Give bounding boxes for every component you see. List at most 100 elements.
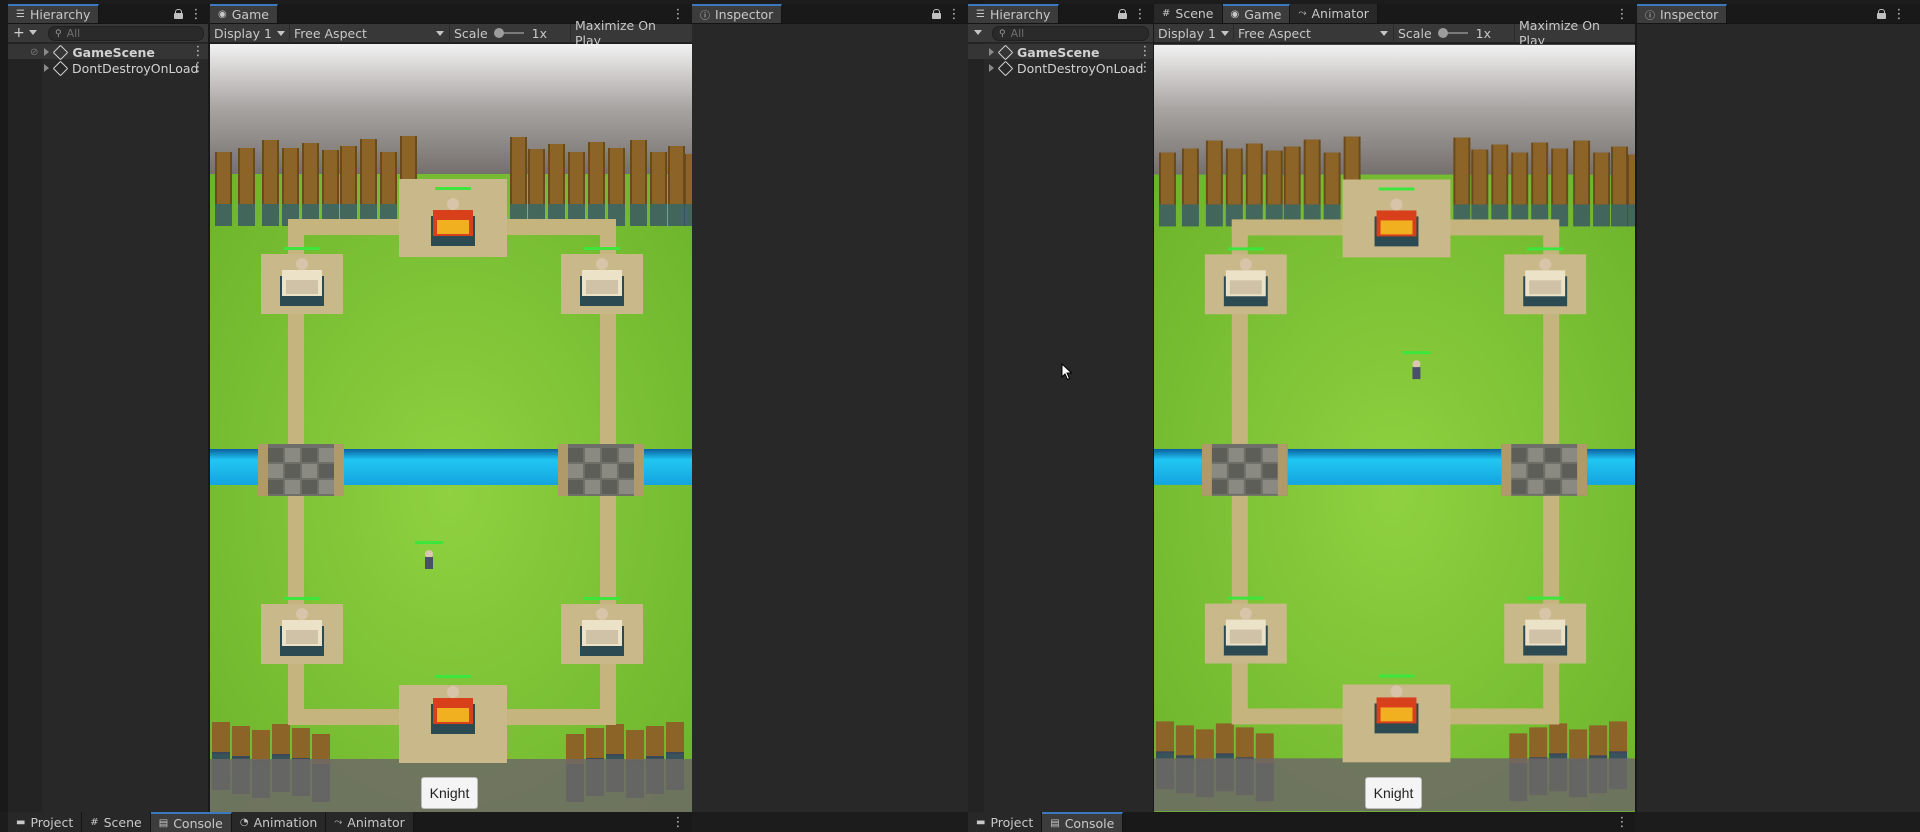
palisade-post-face xyxy=(512,137,525,204)
health-bar xyxy=(435,187,471,190)
bridge-stone xyxy=(1545,447,1561,462)
left-hierarchy-search-input[interactable]: ⚲ All xyxy=(48,26,204,41)
tab-animation[interactable]: ◔ Animation xyxy=(231,812,327,832)
tab-project[interactable]: ▬ Project xyxy=(968,812,1043,832)
right-hierarchy-search-input[interactable]: ⚲ All xyxy=(992,26,1149,41)
row-menu-icon[interactable]: ⋮ xyxy=(191,59,205,75)
scene-icon xyxy=(53,44,69,60)
right-hierarchy-lock-icon[interactable] xyxy=(1118,9,1127,19)
display-dropdown[interactable]: Display 1 xyxy=(1154,23,1234,43)
left-hierarchy-tab[interactable]: ☰ Hierarchy xyxy=(8,4,100,23)
tower-keeper xyxy=(1539,258,1552,271)
left-hierarchy-item-dontdestroy[interactable]: DontDestroyOnLoad xyxy=(44,60,198,76)
scale-slider[interactable]: Scale 1x xyxy=(450,24,570,43)
right-knight-button[interactable]: Knight xyxy=(1365,777,1422,809)
slider-thumb[interactable] xyxy=(493,28,504,38)
left-add-button[interactable]: + xyxy=(13,26,38,40)
palisade-post xyxy=(1155,721,1174,754)
maximize-on-play-toggle[interactable]: Maximize On Play xyxy=(570,18,688,48)
row-menu-icon[interactable]: ⋮ xyxy=(1138,43,1152,59)
palisade-post-face xyxy=(1455,137,1469,205)
right-add-button[interactable] xyxy=(974,26,982,40)
left-hierarchy-lock-icon[interactable] xyxy=(174,9,183,19)
row-menu-icon[interactable]: ⋮ xyxy=(191,43,205,59)
tab-console[interactable]: ▤ Console xyxy=(1042,812,1124,832)
tab-animator[interactable]: ⤳ Animator xyxy=(1290,4,1378,23)
display-dropdown[interactable]: Display 1 xyxy=(210,23,290,43)
left-game-toolbar: Display 1 Free Aspect Scale 1x Maximize … xyxy=(210,18,692,48)
right-hierarchy-tab[interactable]: ☰ Hierarchy xyxy=(968,4,1060,23)
console-icon: ▤ xyxy=(1050,817,1060,829)
bridge-stone xyxy=(1511,463,1527,478)
right-game-toolbar: Display 1 Free Aspect Scale 1x Maximize … xyxy=(1154,18,1635,48)
health-bar xyxy=(1378,674,1415,678)
slider-thumb[interactable] xyxy=(1437,28,1448,38)
chevron-down-icon xyxy=(29,30,38,35)
palisade-post-face xyxy=(1305,139,1319,205)
palisade-post-face xyxy=(1553,148,1567,205)
row-menu-icon[interactable]: ⋮ xyxy=(1138,59,1152,75)
bridge-stone xyxy=(602,464,617,478)
tab-inspector[interactable]: ⓘ Inspector xyxy=(692,4,783,23)
folder-icon: ▬ xyxy=(976,816,986,828)
left-inspector-lock-icon[interactable] xyxy=(932,9,941,19)
left-hierarchy-menu-icon[interactable]: ⋮ xyxy=(189,4,203,24)
slider-track[interactable] xyxy=(493,28,524,38)
expand-arrow-icon[interactable] xyxy=(989,64,994,72)
expand-arrow-icon[interactable] xyxy=(44,48,50,56)
left-bottom-menu-icon[interactable]: ⋮ xyxy=(671,812,685,832)
left-inspector-menu-icon[interactable]: ⋮ xyxy=(947,4,961,24)
palisade-post-face xyxy=(1325,152,1339,205)
maximize-on-play-toggle[interactable]: Maximize On Play xyxy=(1514,18,1632,48)
tab-inspector[interactable]: ⓘ Inspector xyxy=(1637,4,1728,23)
tab-scene[interactable]: # Scene xyxy=(82,812,151,832)
bridge-stone xyxy=(585,464,600,478)
left-knight-button[interactable]: Knight xyxy=(421,777,478,809)
tab-animator[interactable]: ⤳ Animator xyxy=(326,812,414,832)
health-bar xyxy=(284,597,320,600)
palisade-post xyxy=(272,724,290,756)
right-game-viewport[interactable] xyxy=(1154,44,1635,812)
animator-icon: ⤳ xyxy=(334,816,343,828)
scale-slider[interactable]: Scale 1x xyxy=(1394,24,1514,43)
right-hierarchy-item-dontdestroy[interactable]: DontDestroyOnLoad xyxy=(989,60,1143,76)
left-hierarchy-item-gamescene[interactable]: ⊘ GameScene xyxy=(30,44,155,60)
tower-keeper xyxy=(1390,198,1403,211)
bridge-stone xyxy=(1562,463,1578,478)
palisade-shadow xyxy=(1158,204,1176,227)
tab-console[interactable]: ▤ Console xyxy=(150,812,232,832)
slider-track[interactable] xyxy=(1437,28,1468,38)
palisade-post-face xyxy=(284,148,297,204)
tab-game[interactable]: ◉ Game xyxy=(1222,4,1291,23)
palisade-post xyxy=(1195,729,1214,762)
right-inspector-lock-icon[interactable] xyxy=(1877,9,1886,19)
expand-arrow-icon[interactable] xyxy=(989,48,994,56)
palisade-shadow xyxy=(1627,204,1635,227)
palisade-post-face xyxy=(570,152,583,204)
bridge-stone xyxy=(1562,447,1578,462)
left-inspector-panel xyxy=(692,24,968,812)
palisade-shadow xyxy=(215,204,232,226)
health-bar xyxy=(435,675,471,678)
scene-hash-icon: # xyxy=(1162,8,1171,19)
aspect-dropdown[interactable]: Free Aspect xyxy=(1234,23,1394,43)
palisade-shadow xyxy=(668,204,685,226)
tab-game[interactable]: ◉ Game xyxy=(210,4,278,23)
right-hierarchy-menu-icon[interactable]: ⋮ xyxy=(1133,4,1147,24)
left-game-viewport[interactable] xyxy=(210,44,692,812)
bridge-stone xyxy=(1528,463,1544,478)
palisade-shadow xyxy=(650,204,667,226)
expand-arrow-icon[interactable] xyxy=(44,64,49,72)
right-hierarchy-item-gamescene[interactable]: GameScene xyxy=(989,44,1099,60)
right-bottom-menu-icon[interactable]: ⋮ xyxy=(1615,812,1629,832)
tower-top xyxy=(286,630,318,644)
aspect-dropdown[interactable]: Free Aspect xyxy=(290,23,450,43)
chevron-down-icon xyxy=(1380,30,1388,36)
right-inspector-menu-icon[interactable]: ⋮ xyxy=(1892,4,1906,24)
tab-project[interactable]: ▬ Project xyxy=(8,812,83,832)
tab-scene[interactable]: # Scene xyxy=(1154,4,1223,23)
bridge-stone xyxy=(568,480,583,494)
tower-top xyxy=(586,630,618,644)
health-bar xyxy=(1227,596,1264,600)
tower-top xyxy=(437,708,469,722)
